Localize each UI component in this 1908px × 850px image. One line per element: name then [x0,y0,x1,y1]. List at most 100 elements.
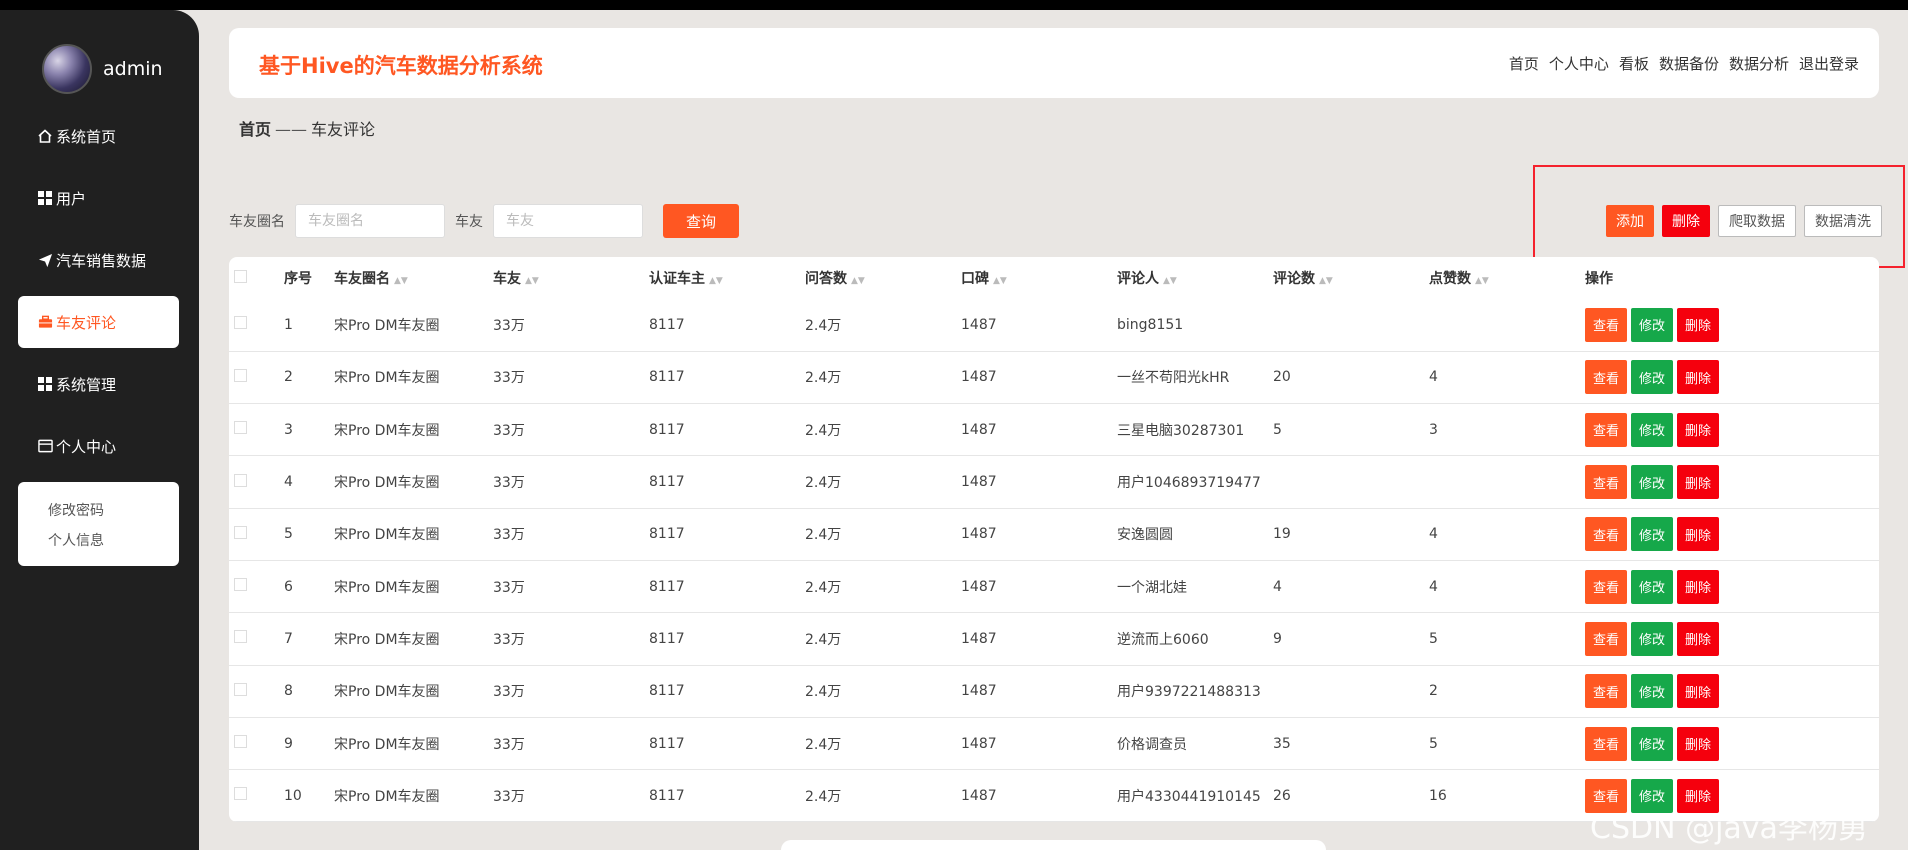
sort-icon[interactable]: ▲▼ [525,276,539,286]
row-actions: 查看 修改 删除 [1585,717,1879,771]
col-header-reputation[interactable]: 口碑 ▲▼ [961,257,1117,299]
cell-no: 2 [284,351,334,405]
col-header-circle[interactable]: 车友圈名 ▲▼ [334,257,493,299]
sort-icon[interactable]: ▲▼ [993,276,1007,286]
view-button[interactable]: 查看 [1585,569,1628,604]
row-checkbox[interactable] [234,787,247,801]
edit-button[interactable]: 修改 [1631,674,1674,709]
cell-no: 10 [284,769,334,822]
view-button[interactable]: 查看 [1585,726,1628,761]
col-header-qa[interactable]: 问答数 ▲▼ [805,257,961,299]
col-header-likes[interactable]: 点赞数 ▲▼ [1429,257,1585,299]
sidebar-item-system[interactable]: 系统管理 [18,358,179,410]
view-button[interactable]: 查看 [1585,517,1628,552]
delete-button[interactable]: 删除 [1677,726,1720,761]
edit-button[interactable]: 修改 [1631,569,1674,604]
row-checkbox[interactable] [234,578,247,592]
view-button[interactable]: 查看 [1585,674,1628,709]
delete-button[interactable]: 删除 [1677,621,1720,656]
sort-icon[interactable]: ▲▼ [1475,276,1489,286]
sort-icon[interactable]: ▲▼ [1163,276,1177,286]
col-header-friends[interactable]: 车友 ▲▼ [493,257,649,299]
breadcrumb-current: 车友评论 [311,120,376,139]
batch-delete-button[interactable]: 删除 [1662,205,1710,237]
delete-button[interactable]: 删除 [1677,674,1720,709]
car-friend-input[interactable] [493,204,643,238]
cell-reviewer: 用户9397221488313 [1117,665,1273,718]
cell-rep: 1487 [961,560,1117,614]
sidebar-item-home[interactable]: 系统首页 [18,110,179,162]
row-checkbox[interactable] [234,525,247,539]
col-header-no: 序号 [284,271,312,287]
top-link-backup[interactable]: 数据备份 [1659,53,1719,74]
edit-button[interactable]: 修改 [1631,621,1674,656]
view-button[interactable]: 查看 [1585,360,1628,395]
top-link-dashboard[interactable]: 看板 [1619,53,1649,74]
edit-button[interactable]: 修改 [1631,360,1674,395]
reviews-table: 序号 车友圈名 ▲▼ 车友 ▲▼ 认证车主 ▲▼ 问答数 ▲▼ 口碑 ▲▼ 评论人 ▲▼ 评… [229,257,1879,822]
cell-friends: 33万 [493,717,649,771]
row-actions: 查看 修改 删除 [1585,299,1879,352]
search-bar: 车友圈名 车友 查询 [229,204,739,238]
col-header-verified[interactable]: 认证车主 ▲▼ [649,257,805,299]
cell-circle: 宋Pro DM车友圈 [334,455,493,509]
cell-comments: 20 [1273,351,1429,405]
select-all-checkbox[interactable] [234,269,247,283]
circle-name-input[interactable] [295,204,445,238]
add-button[interactable]: 添加 [1606,205,1654,237]
delete-button[interactable]: 删除 [1677,360,1720,395]
top-link-analysis[interactable]: 数据分析 [1729,53,1789,74]
col-header-reviewer[interactable]: 评论人 ▲▼ [1117,257,1273,299]
submenu-profile-info[interactable]: 个人信息 [48,526,179,556]
sort-icon[interactable]: ▲▼ [709,276,723,286]
delete-button[interactable]: 删除 [1677,569,1720,604]
sidebar-item-personal[interactable]: 个人中心 [18,420,179,472]
query-button[interactable]: 查询 [663,204,739,238]
cell-likes: 5 [1429,612,1585,666]
row-checkbox[interactable] [234,368,247,382]
cell-verified: 8117 [649,612,805,666]
view-button[interactable]: 查看 [1585,307,1628,342]
top-link-home[interactable]: 首页 [1509,53,1539,74]
sidebar-item-car-sales[interactable]: 汽车销售数据 [18,234,179,286]
sidebar-item-car-reviews[interactable]: 车友评论 [18,296,179,348]
sidebar-item-label: 系统首页 [56,127,117,146]
sidebar-item-users[interactable]: 用户 [18,172,179,224]
cell-verified: 8117 [649,455,805,509]
cell-likes: 16 [1429,769,1585,822]
delete-button[interactable]: 删除 [1677,307,1720,342]
view-button[interactable]: 查看 [1585,465,1628,500]
row-actions: 查看 修改 删除 [1585,665,1879,718]
row-checkbox[interactable] [234,630,247,644]
delete-button[interactable]: 删除 [1677,465,1720,500]
username: admin [103,58,163,80]
delete-button[interactable]: 删除 [1677,412,1720,447]
row-checkbox[interactable] [234,682,247,696]
cell-reviewer: 用户1046893719477 [1117,455,1273,509]
sort-icon[interactable]: ▲▼ [394,276,408,286]
delete-button[interactable]: 删除 [1677,517,1720,552]
edit-button[interactable]: 修改 [1631,465,1674,500]
crawl-data-button[interactable]: 爬取数据 [1718,205,1796,237]
clean-data-button[interactable]: 数据清洗 [1804,205,1882,237]
breadcrumb-home[interactable]: 首页 [239,120,271,139]
submenu-change-password[interactable]: 修改密码 [48,496,179,526]
sort-icon[interactable]: ▲▼ [1319,276,1333,286]
col-header-comments[interactable]: 评论数 ▲▼ [1273,257,1429,299]
view-button[interactable]: 查看 [1585,412,1628,447]
row-checkbox[interactable] [234,316,247,330]
row-checkbox[interactable] [234,473,247,487]
cell-verified: 8117 [649,351,805,405]
top-link-logout[interactable]: 退出登录 [1799,53,1859,74]
view-button[interactable]: 查看 [1585,621,1628,656]
cell-rep: 1487 [961,403,1117,457]
edit-button[interactable]: 修改 [1631,412,1674,447]
edit-button[interactable]: 修改 [1631,726,1674,761]
edit-button[interactable]: 修改 [1631,517,1674,552]
edit-button[interactable]: 修改 [1631,307,1674,342]
top-link-personal[interactable]: 个人中心 [1549,53,1609,74]
user-profile[interactable]: admin [42,44,163,94]
row-checkbox[interactable] [234,735,247,749]
row-checkbox[interactable] [234,421,247,435]
sort-icon[interactable]: ▲▼ [851,276,865,286]
